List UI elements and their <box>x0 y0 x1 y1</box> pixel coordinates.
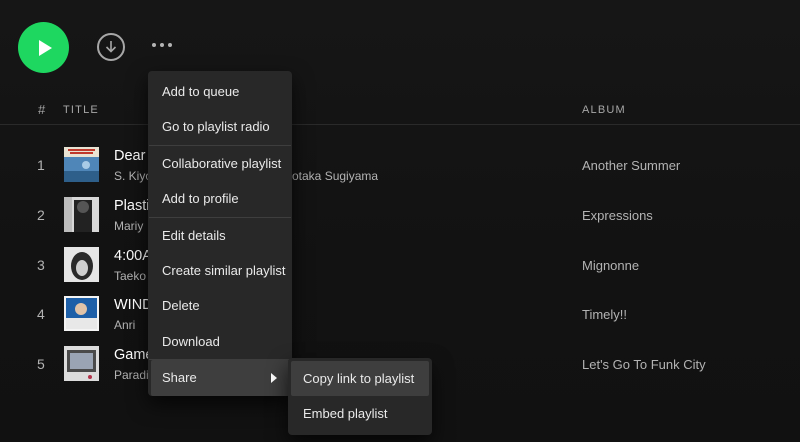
chevron-right-icon <box>271 373 277 384</box>
menu-item-edit-details[interactable]: Edit details <box>148 218 292 253</box>
menu-item-download[interactable]: Download <box>148 324 292 359</box>
track-artist[interactable]: Mariy <box>114 219 143 233</box>
track-artist[interactable]: Taeko <box>114 269 146 283</box>
album-cover-image <box>64 197 99 232</box>
more-dot-icon <box>160 43 164 47</box>
menu-item-share-label: Share <box>162 370 197 386</box>
track-artist-continued[interactable]: otaka Sugiyama <box>292 169 378 183</box>
track-row[interactable]: 1 Dear S. Kiyo otaka Sugiyama Another Su… <box>0 143 800 191</box>
play-icon <box>38 39 52 56</box>
album-cover-image <box>64 147 99 182</box>
share-submenu: Copy link to playlist Embed playlist <box>288 358 432 435</box>
track-album[interactable]: Expressions <box>582 208 653 223</box>
track-album[interactable]: Timely!! <box>582 307 627 322</box>
album-cover-image <box>64 247 99 282</box>
menu-item-go-to-playlist-radio[interactable]: Go to playlist radio <box>148 109 292 144</box>
more-dot-icon <box>152 43 156 47</box>
column-header-title[interactable]: TITLE <box>63 104 99 116</box>
track-artist[interactable]: Paradi <box>114 368 149 382</box>
track-number: 4 <box>37 306 45 322</box>
download-button[interactable] <box>97 33 125 61</box>
track-album[interactable]: Another Summer <box>582 158 680 173</box>
track-number: 5 <box>37 356 45 372</box>
track-title[interactable]: WIND <box>114 297 153 313</box>
track-album[interactable]: Mignonne <box>582 258 639 273</box>
track-title[interactable]: Dear <box>114 148 145 164</box>
menu-item-embed-playlist[interactable]: Embed playlist <box>291 396 429 431</box>
track-table-header: # TITLE ALBUM <box>0 96 800 125</box>
track-number: 2 <box>37 207 45 223</box>
more-options-button[interactable] <box>148 36 176 54</box>
more-dot-icon <box>168 43 172 47</box>
album-cover-image <box>64 296 99 331</box>
menu-item-add-to-profile[interactable]: Add to profile <box>148 181 292 216</box>
track-number: 3 <box>37 257 45 273</box>
track-number: 1 <box>37 157 45 173</box>
track-title[interactable]: Plasti <box>114 198 149 214</box>
column-header-number: # <box>38 102 47 117</box>
menu-item-collaborative-playlist[interactable]: Collaborative playlist <box>148 146 292 181</box>
album-cover-image <box>64 346 99 381</box>
menu-item-copy-link-to-playlist[interactable]: Copy link to playlist <box>291 361 429 397</box>
menu-item-create-similar-playlist[interactable]: Create similar playlist <box>148 253 292 288</box>
track-album[interactable]: Let's Go To Funk City <box>582 357 706 372</box>
menu-item-add-to-queue[interactable]: Add to queue <box>148 74 292 109</box>
playlist-context-menu: Add to queue Go to playlist radio Collab… <box>148 71 292 396</box>
track-title[interactable]: 4:00A <box>114 248 152 264</box>
track-row[interactable]: 3 4:00A Taeko Mignonne <box>0 243 800 291</box>
track-artist[interactable]: Anri <box>114 318 135 332</box>
download-icon <box>105 41 117 53</box>
column-header-album[interactable]: ALBUM <box>582 104 626 116</box>
track-artist[interactable]: S. Kiyo <box>114 169 152 183</box>
menu-item-delete[interactable]: Delete <box>148 288 292 323</box>
track-row[interactable]: 2 Plasti Mariy Expressions <box>0 193 800 241</box>
track-row[interactable]: 4 WIND Anri Timely!! <box>0 292 800 340</box>
menu-item-share[interactable]: Share <box>151 360 289 396</box>
play-button[interactable] <box>18 22 69 73</box>
